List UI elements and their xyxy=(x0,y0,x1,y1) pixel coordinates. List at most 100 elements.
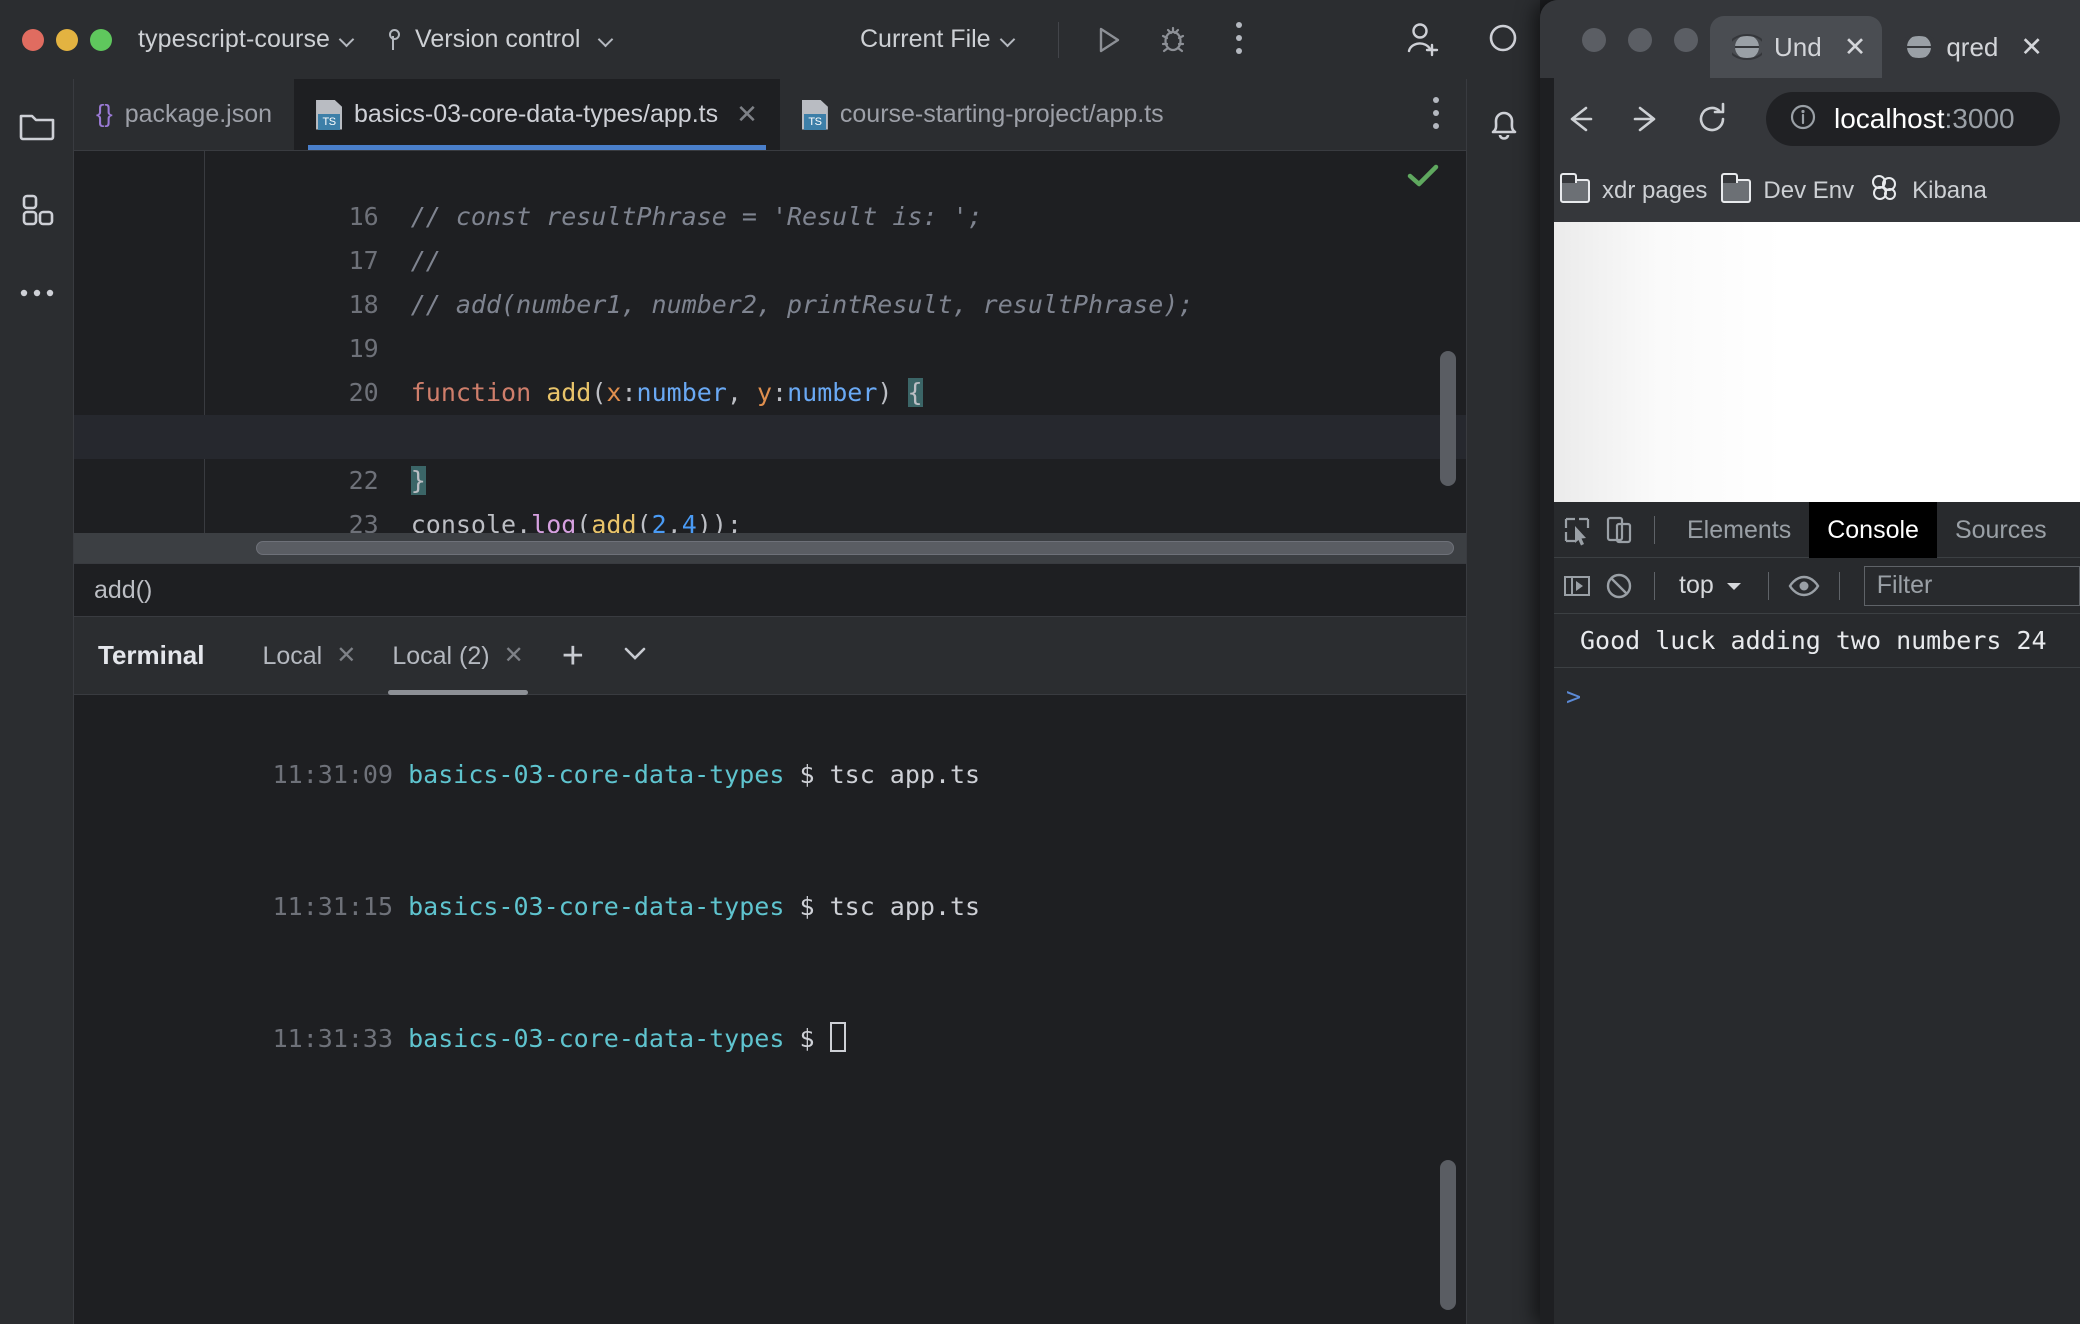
devtools-panel: Elements Console Sources top Filter Good… xyxy=(1540,501,2080,1324)
terminal-command: tsc app.ts xyxy=(829,760,981,789)
browser-tab-0[interactable]: Und ✕ xyxy=(1710,16,1883,78)
terminal-prompt: $ xyxy=(799,1024,815,1053)
new-terminal-tab-button[interactable]: + xyxy=(542,637,604,675)
close-tab-icon[interactable]: ✕ xyxy=(2020,32,2043,63)
minimize-window-button[interactable] xyxy=(56,28,78,51)
run-button[interactable] xyxy=(1090,22,1126,58)
close-terminal-tab-icon[interactable]: ✕ xyxy=(336,617,356,695)
inspection-ok-icon[interactable] xyxy=(1406,161,1440,196)
globe-icon xyxy=(1900,32,1939,62)
editor-vertical-scrollbar[interactable] xyxy=(1440,351,1456,486)
breadcrumb[interactable]: add() xyxy=(74,563,1466,617)
maximize-window-button[interactable] xyxy=(90,28,112,51)
code-line[interactable]: 17// xyxy=(74,195,1466,275)
terminal-tab-local-2[interactable]: Local (2) ✕ xyxy=(374,617,541,695)
code-line[interactable]: 23 console.log(add(2,4)); xyxy=(74,459,1466,539)
console-input-prompt[interactable]: > xyxy=(1540,668,2080,711)
page-content xyxy=(1540,222,2080,502)
bookmark-xdr-pages[interactable]: xdr pages xyxy=(1560,173,1708,205)
version-control-widget[interactable]: Version control xyxy=(386,25,613,54)
more-tool-windows-icon[interactable] xyxy=(17,273,57,313)
close-tab-icon[interactable]: ✕ xyxy=(1844,32,1867,63)
more-options-icon[interactable] xyxy=(1235,22,1243,58)
terminal-output[interactable]: 11:31:09 basics-03-core-data-types $ tsc… xyxy=(74,695,1466,1324)
editor-horizontal-scrollbar[interactable] xyxy=(256,541,1454,555)
editor-tab-package-json[interactable]: {} package.json xyxy=(74,79,294,150)
run-configuration-selector[interactable]: Current File xyxy=(860,25,1015,54)
address-bar-url: localhost:3000 xyxy=(1834,103,2015,135)
code-line-current[interactable]: 22} xyxy=(74,415,1466,495)
code-editor[interactable]: 16// const resultPhrase = 'Result is: ';… xyxy=(74,151,1466,563)
terminal-timestamp: 11:31:33 xyxy=(272,1024,394,1053)
terminal-tab-label: Local (2) xyxy=(392,641,490,670)
code-line[interactable]: 21 return "Good luck adding two numbers … xyxy=(74,371,1466,451)
site-info-icon[interactable] xyxy=(1788,102,1818,137)
forward-arrow-icon[interactable] xyxy=(1626,99,1666,139)
maximize-window-button[interactable] xyxy=(1674,28,1698,52)
back-arrow-icon[interactable] xyxy=(1560,99,1600,139)
toolbar-divider xyxy=(1058,22,1059,58)
browser-tab-1[interactable]: qred ✕ xyxy=(1882,16,2059,78)
project-folder-icon[interactable] xyxy=(17,105,57,145)
browser-window-controls[interactable] xyxy=(1582,28,1698,52)
editor-horizontal-scroll-track[interactable] xyxy=(74,533,1466,563)
close-terminal-tab-icon[interactable]: ✕ xyxy=(504,617,524,695)
typescript-file-icon: TS xyxy=(801,99,828,130)
folder-icon xyxy=(1721,173,1752,203)
ide-title-bar: typescript-course Version control Curren… xyxy=(0,0,1540,79)
close-window-button[interactable] xyxy=(1582,28,1606,52)
console-context-selector[interactable]: top xyxy=(1669,571,1754,600)
terminal-timestamp: 11:31:15 xyxy=(272,892,394,921)
editor-tabs-more-icon[interactable] xyxy=(1432,97,1440,133)
browser-tab-bar: Und ✕ qred ✕ xyxy=(1540,0,2080,78)
editor-tab-label: basics-03-core-data-types/app.ts xyxy=(354,100,719,128)
clear-console-icon[interactable] xyxy=(1598,565,1640,607)
browser-nav-bar: localhost:3000 xyxy=(1540,78,2080,160)
kibana-icon xyxy=(1868,173,1900,210)
terminal-vertical-scrollbar[interactable] xyxy=(1440,1160,1456,1310)
branch-icon xyxy=(386,28,406,52)
reload-icon[interactable] xyxy=(1692,99,1732,139)
editor-tab-course-starting-project[interactable]: TS course-starting-project/app.ts xyxy=(780,79,1186,150)
console-filter-input[interactable]: Filter xyxy=(1863,565,2080,606)
bookmark-label: xdr pages xyxy=(1602,177,1708,204)
ide-window: typescript-course Version control Curren… xyxy=(0,0,1540,1324)
terminal-line-active: 11:31:33 basics-03-core-data-types $ xyxy=(92,973,1466,1105)
bell-icon[interactable] xyxy=(1484,105,1524,145)
close-window-button[interactable] xyxy=(22,28,44,51)
terminal-title: Terminal xyxy=(98,640,205,670)
editor-tab-app-ts-active[interactable]: TS basics-03-core-data-types/app.ts ✕ xyxy=(294,79,780,150)
terminal-prompt: $ xyxy=(799,892,815,921)
globe-icon xyxy=(1728,32,1766,62)
bookmark-kibana[interactable]: Kibana xyxy=(1868,173,1987,210)
chevron-down-icon xyxy=(1001,33,1015,47)
bookmark-dev-env[interactable]: Dev Env xyxy=(1721,173,1854,205)
address-bar[interactable]: localhost:3000 xyxy=(1766,92,2060,146)
console-sidebar-icon[interactable] xyxy=(1556,565,1598,607)
minimize-window-button[interactable] xyxy=(1628,28,1652,52)
code-line[interactable]: 20 function add(x:number, y:number) { xyxy=(74,327,1466,407)
editor-tab-strip: {} package.json TS basics-03-core-data-t… xyxy=(74,79,1466,151)
code-line[interactable]: 18// add(number1, number2, printResult, … xyxy=(74,239,1466,319)
code-line[interactable]: 16// const resultPhrase = 'Result is: '; xyxy=(74,151,1466,231)
page-viewport[interactable] xyxy=(1540,222,2080,502)
terminal-tab-local[interactable]: Local ✕ xyxy=(244,617,374,695)
inspect-element-icon[interactable] xyxy=(1556,509,1598,551)
live-expression-icon[interactable] xyxy=(1783,565,1825,607)
project-selector[interactable]: typescript-course xyxy=(138,25,354,54)
code-line[interactable]: 19 xyxy=(74,283,1466,363)
browser-tab-label: Und xyxy=(1774,31,1822,62)
terminal-tab-bar: Terminal Local ✕ Local (2) ✕ + xyxy=(74,617,1466,695)
window-controls[interactable] xyxy=(22,28,112,51)
add-account-icon[interactable] xyxy=(1400,18,1444,62)
terminal-options-chevron-down-icon[interactable] xyxy=(604,643,666,668)
structure-icon[interactable] xyxy=(17,189,57,229)
typescript-file-icon: TS xyxy=(316,99,343,130)
devtools-tab-elements[interactable]: Elements xyxy=(1669,502,1809,558)
device-toolbar-icon[interactable] xyxy=(1598,509,1640,551)
devtools-tab-console[interactable]: Console xyxy=(1809,501,1937,558)
devtools-tab-sources[interactable]: Sources xyxy=(1937,502,2065,558)
debug-button[interactable] xyxy=(1155,22,1191,58)
close-tab-icon[interactable]: ✕ xyxy=(736,99,758,130)
search-icon[interactable] xyxy=(1485,20,1525,60)
